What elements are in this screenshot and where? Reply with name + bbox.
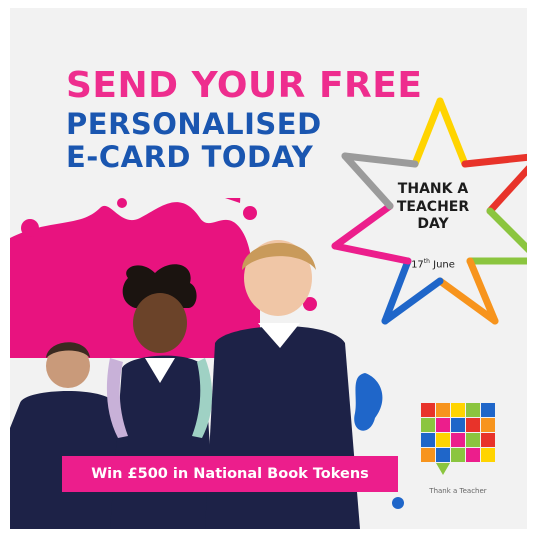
logo-text: Thank a Teacher bbox=[428, 487, 487, 495]
star-line-2: TEACHER bbox=[396, 198, 470, 215]
star-line-1: THANK A bbox=[397, 181, 469, 197]
headline-line-2: PERSONALISED bbox=[66, 107, 322, 141]
star-line-3: DAY bbox=[417, 216, 449, 232]
date-suffix: th bbox=[423, 258, 430, 265]
headline-line-3: E-CARD TODAY bbox=[66, 140, 314, 174]
headline-line-1: SEND YOUR FREE bbox=[66, 65, 423, 106]
prize-banner-text: Win £500 in National Book Tokens bbox=[91, 466, 369, 482]
child-left bbox=[10, 342, 125, 529]
promo-card[interactable]: SEND YOUR FREE PERSONALISED E-CARD TODAY… bbox=[10, 8, 527, 529]
thank-a-teacher-logo: Thank a Teacher bbox=[421, 403, 495, 495]
prize-banner[interactable]: Win £500 in National Book Tokens bbox=[62, 456, 398, 492]
headline: SEND YOUR FREE PERSONALISED E-CARD TODAY bbox=[66, 68, 422, 172]
date-month: June bbox=[433, 259, 455, 271]
star-title: THANK A TEACHER DAY bbox=[373, 181, 493, 234]
date-day: 17 bbox=[411, 259, 424, 271]
star-date: 17th June bbox=[373, 258, 493, 270]
